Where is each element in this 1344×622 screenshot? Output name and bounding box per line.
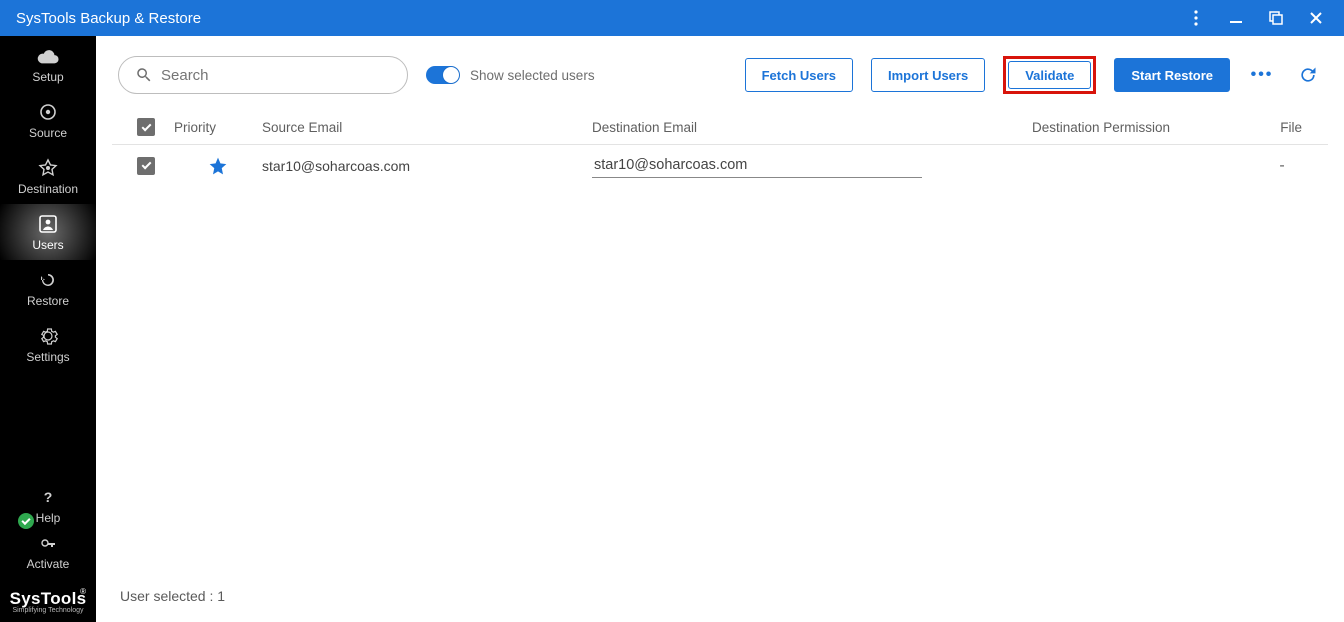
minimize-button[interactable] [1216,0,1256,36]
star-icon [208,156,228,176]
validate-button[interactable]: Validate [1008,61,1091,89]
sidebar-item-destination[interactable]: Destination [0,148,96,204]
sidebar-item-label: Settings [26,350,69,364]
file-value: - [1252,157,1312,175]
status-badge-icon [18,513,34,529]
sidebar-bottom: ? Help Activate [0,483,96,583]
validate-highlight: Validate [1003,56,1096,94]
col-destination: Destination Email [592,120,1032,135]
show-selected-toggle[interactable] [426,66,460,84]
sidebar-item-settings[interactable]: Settings [0,316,96,372]
content-area: Show selected users Fetch Users Import U… [96,36,1344,622]
maximize-button[interactable] [1256,0,1296,36]
footer-status: User selected : 1 [112,578,1328,622]
toggle-knob [443,67,459,83]
sidebar-item-label: Users [32,238,63,252]
sidebar-item-label: Help [36,511,61,525]
restore-icon [38,270,58,290]
sidebar-item-activate[interactable]: Activate [0,529,96,575]
col-source: Source Email [262,120,592,135]
col-permission: Destination Permission [1032,120,1252,135]
sidebar-item-setup[interactable]: Setup [0,36,96,92]
import-users-button[interactable]: Import Users [871,58,985,92]
toolbar: Show selected users Fetch Users Import U… [112,36,1328,110]
search-box[interactable] [118,56,408,94]
sidebar-item-label: Setup [32,70,63,84]
titlebar: SysTools Backup & Restore [0,0,1344,36]
key-icon [39,533,57,553]
help-icon: ? [39,487,57,507]
sidebar-item-label: Destination [18,182,78,196]
sidebar-item-label: Activate [27,557,70,571]
col-priority: Priority [174,120,262,135]
col-file: File [1252,120,1312,135]
window-title: SysTools Backup & Restore [16,10,1176,27]
search-input[interactable] [161,67,391,84]
brand-logo: ® SysTools Simplifying Technology [0,583,96,622]
show-selected-toggle-wrap: Show selected users [426,66,595,84]
toggle-label: Show selected users [470,68,595,83]
search-icon [135,66,153,84]
destination-email-input[interactable] [592,153,922,178]
sidebar: Setup Source Destination Users Restore [0,36,96,622]
fetch-users-button[interactable]: Fetch Users [745,58,853,92]
brand-tagline: Simplifying Technology [0,607,96,614]
sidebar-item-restore[interactable]: Restore [0,260,96,316]
sidebar-item-label: Restore [27,294,69,308]
sidebar-item-users[interactable]: Users [0,204,96,260]
priority-star[interactable] [174,156,262,176]
target-icon [38,158,58,178]
sidebar-item-label: Source [29,126,67,140]
sidebar-item-source[interactable]: Source [0,92,96,148]
row-checkbox[interactable] [137,157,155,175]
sidebar-item-help[interactable]: ? Help [0,483,96,529]
close-button[interactable] [1296,0,1336,36]
cloud-icon [37,46,59,66]
registered-mark: ® [80,587,86,596]
select-all-checkbox[interactable] [137,118,155,136]
start-restore-button[interactable]: Start Restore [1114,58,1230,92]
gear-icon [38,326,58,346]
svg-text:?: ? [44,489,53,505]
source-email: star10@soharcoas.com [262,158,592,174]
more-options-button[interactable]: ••• [1248,61,1276,89]
user-icon [38,214,58,234]
source-icon [38,102,58,122]
table-row: star10@soharcoas.com - [112,145,1328,186]
kebab-menu-icon[interactable] [1176,0,1216,36]
refresh-button[interactable] [1294,61,1322,89]
table-header: Priority Source Email Destination Email … [112,110,1328,145]
